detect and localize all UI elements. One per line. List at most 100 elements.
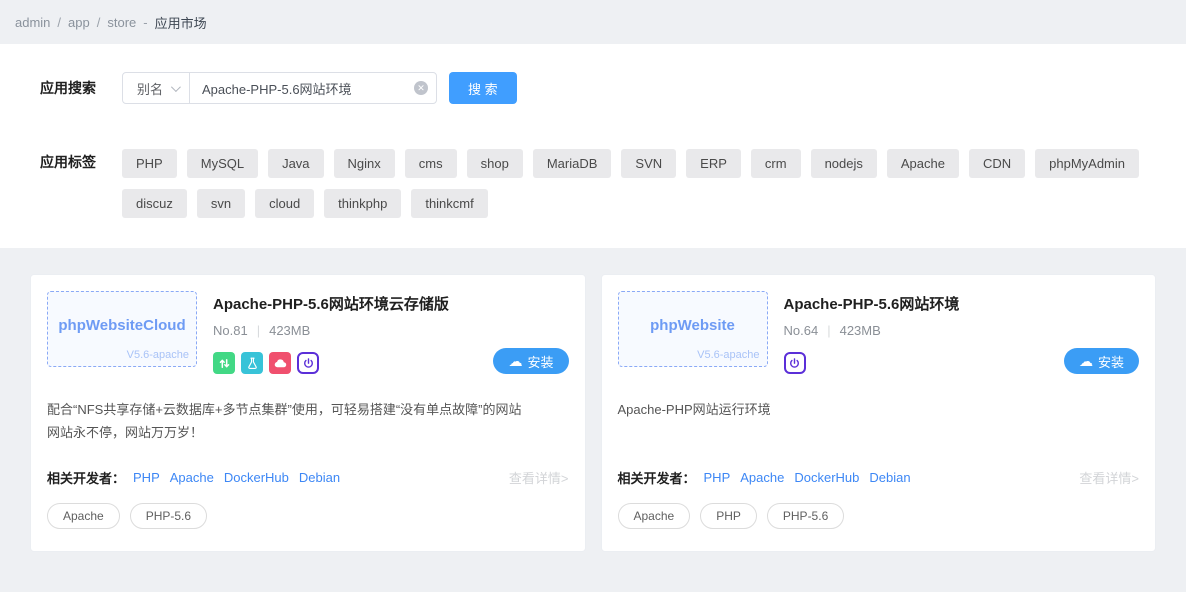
tag-chip[interactable]: thinkcmf [411,189,488,218]
tag-filter-line-1: PHP MySQL Java Nginx cms shop MariaDB SV… [122,149,1140,178]
app-size: 423MB [269,323,311,338]
tag-chip[interactable]: CDN [968,149,1026,178]
app-tag[interactable]: PHP-5.6 [766,503,845,529]
tag-chip[interactable]: ERP [686,149,741,178]
developer-link-php[interactable]: PHP [133,470,160,485]
cloud-badge-icon [269,352,291,374]
search-button[interactable]: 搜 索 [449,72,517,104]
app-card-phpwebsite: phpWebsite V5.6-apache Apache-PHP-5.6网站环… [600,274,1156,552]
developer-link-debian[interactable]: Debian [299,470,340,485]
view-details-link[interactable]: 查看详情> [509,468,569,487]
breadcrumb-app[interactable]: app [68,15,90,30]
app-card-phpwebsitecloud: phpWebsiteCloud V5.6-apache Apache-PHP-5… [30,274,586,552]
tag-chip[interactable]: phpMyAdmin [1035,149,1140,178]
badge-row: ☁ 安装 [213,348,569,374]
developers-row: 相关开发者： PHP Apache DockerHub Debian 查看详情> [618,468,1140,487]
search-field-select[interactable]: 别名 [122,72,190,104]
breadcrumb: admin / app / store - 应用市场 [0,0,1186,44]
tag-chip[interactable]: MySQL [186,149,259,178]
tag-chip[interactable]: discuz [122,189,187,218]
tag-filter-row: 应用标签 PHP MySQL Java Nginx cms shop Maria… [40,146,1146,218]
card-header: phpWebsite V5.6-apache Apache-PHP-5.6网站环… [617,291,1140,374]
power-icon [783,352,806,374]
tag-chip[interactable]: shop [466,149,523,178]
power-icon [297,352,319,374]
app-rank: No.64 [783,323,819,338]
app-title: Apache-PHP-5.6网站环境 [783,296,960,313]
tag-chip[interactable]: svn [196,189,246,218]
tag-chip[interactable]: nodejs [810,149,877,178]
search-field-select-value: 别名 [137,81,164,97]
app-description: Apache-PHP网站运行环境 [617,402,771,417]
developers-label: 相关开发者： [617,471,696,486]
developer-link-dockerhub[interactable]: DockerHub [224,470,289,485]
page-title: 应用市场 [154,15,207,31]
tag-chip[interactable]: crm [750,149,801,178]
filter-panel: 应用搜索 别名 ✕ 搜 索 应用标签 PHP MySQL Java Nginx … [0,44,1186,248]
app-logo: phpWebsiteCloud V5.6-apache [47,291,197,367]
app-meta: No.81 | 423MB [213,323,569,338]
card-header-info: Apache-PHP-5.6网站环境 No.64 | 423MB ☁ 安装 [783,291,1140,374]
tag-chip[interactable]: SVN [621,149,677,178]
badge-row: ☁ 安装 [783,348,1139,374]
developer-link-dockerhub[interactable]: DockerHub [794,470,859,485]
breadcrumb-separator: / [96,14,101,30]
app-tag[interactable]: PHP-5.6 [129,503,208,529]
app-description: 配合“NFS共享存储+云数据库+多节点集群”使用，可轻易搭建“没有单点故障”的网… [47,402,522,441]
swap-arrows-icon [213,352,235,374]
app-logo-title: phpWebsiteCloud [58,316,186,334]
view-details-link[interactable]: 查看详情> [1079,468,1139,487]
install-button-label: 安装 [1097,354,1124,370]
badge-icons [783,352,806,374]
tag-filter-line-2: discuz svn cloud thinkphp thinkcmf [122,189,1139,218]
app-logo-version: V5.6-apache [126,349,189,361]
tag-chip[interactable]: Java [268,149,324,178]
app-tag[interactable]: Apache [617,503,691,529]
tag-chip[interactable]: thinkphp [324,189,402,218]
developers-row: 相关开发者： PHP Apache DockerHub Debian 查看详情> [47,468,569,487]
breadcrumb-dash: - [143,14,148,30]
breadcrumb-separator: / [57,14,62,30]
search-group: 别名 ✕ 搜 索 [122,72,517,104]
app-title: Apache-PHP-5.6网站环境云存储版 [213,296,449,313]
search-row: 应用搜索 别名 ✕ 搜 索 [40,72,1146,104]
developer-link-apache[interactable]: Apache [170,470,214,485]
app-meta: No.64 | 423MB [784,323,1140,338]
breadcrumb-store[interactable]: store [107,15,136,30]
app-logo: phpWebsite V5.6-apache [617,291,768,367]
tag-chip[interactable]: Nginx [333,149,395,178]
chevron-down-icon [170,81,181,92]
app-logo-title: phpWebsite [650,316,735,334]
flask-icon [241,352,263,374]
search-input[interactable] [189,72,437,104]
tag-chip[interactable]: PHP [122,149,177,178]
card-header-info: Apache-PHP-5.6网站环境云存储版 No.81 | 423MB ☁ 安… [213,291,569,374]
app-tags: Apache PHP-5.6 [47,503,569,529]
tag-chip[interactable]: cms [404,149,457,178]
tag-filter-label: 应用标签 [40,154,96,170]
developer-link-php[interactable]: PHP [704,470,731,485]
tag-chip[interactable]: cloud [255,189,315,218]
developer-link-debian[interactable]: Debian [869,470,910,485]
install-button-label: 安装 [527,354,554,370]
cloud-icon: ☁ [1078,353,1093,369]
breadcrumb-admin[interactable]: admin [15,15,50,30]
install-button[interactable]: ☁ 安装 [493,348,569,374]
app-rank: No.81 [213,323,248,338]
search-input-wrap: ✕ [189,72,437,104]
tag-filter-list: PHP MySQL Java Nginx cms shop MariaDB SV… [122,146,1140,218]
app-tag[interactable]: PHP [700,503,757,529]
search-label: 应用搜索 [40,80,96,96]
install-button[interactable]: ☁ 安装 [1063,348,1139,374]
app-logo-version: V5.6-apache [697,349,760,361]
app-size: 423MB [839,323,881,338]
app-card-list: phpWebsiteCloud V5.6-apache Apache-PHP-5… [0,248,1186,552]
app-tags: Apache PHP PHP-5.6 [617,503,1140,529]
app-tag[interactable]: Apache [47,503,120,529]
clear-icon[interactable]: ✕ [414,81,428,95]
developer-link-apache[interactable]: Apache [740,470,784,485]
developers-label: 相关开发者： [47,471,126,486]
tag-chip[interactable]: MariaDB [532,149,612,178]
tag-chip[interactable]: Apache [886,149,959,178]
meta-divider: | [256,323,261,338]
